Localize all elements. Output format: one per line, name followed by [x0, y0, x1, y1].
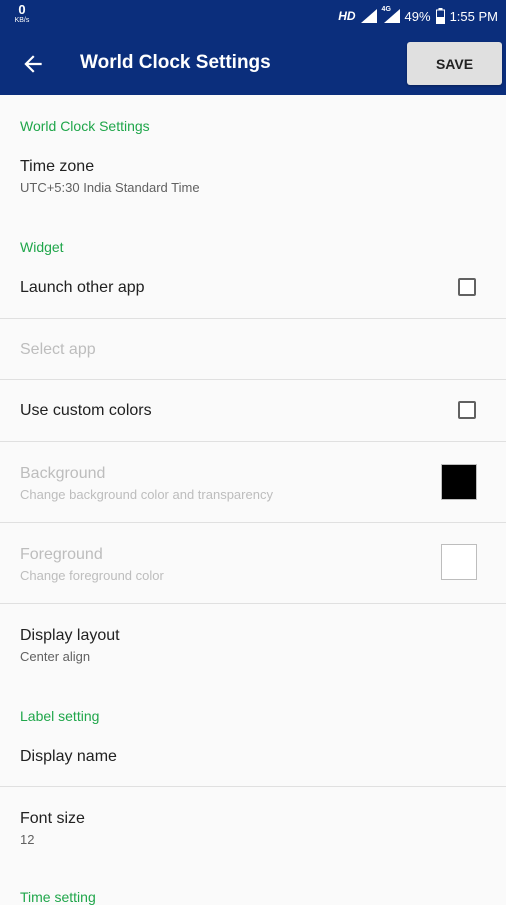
- display-name-title: Display name: [20, 748, 117, 765]
- use-custom-colors-title: Use custom colors: [20, 402, 152, 419]
- battery-icon: [435, 8, 445, 24]
- battery-percent: 49%: [404, 8, 431, 24]
- signal-4g-icon: [383, 9, 400, 23]
- display-layout-summary: Center align: [20, 649, 91, 664]
- foreground-color-summary: Change foreground color: [20, 568, 164, 583]
- arrow-left-icon[interactable]: [20, 51, 46, 77]
- save-button[interactable]: SAVE: [407, 42, 502, 85]
- time-zone-title: Time zone: [20, 158, 95, 175]
- font-size-summary: 12: [20, 832, 35, 847]
- display-layout-title: Display layout: [20, 627, 120, 644]
- section-header-label-setting: Label setting: [20, 708, 100, 724]
- hd-indicator: HD: [338, 9, 356, 23]
- select-app-title: Select app: [20, 341, 96, 358]
- foreground-color-row[interactable]: Foreground Change foreground color: [0, 523, 506, 603]
- page-title: World Clock Settings: [80, 52, 271, 73]
- time-zone-summary: UTC+5:30 India Standard Time: [20, 180, 200, 195]
- background-color-swatch: [441, 464, 477, 500]
- foreground-color-swatch: [441, 544, 477, 580]
- network-speed-value: 0: [18, 2, 26, 17]
- section-header-time-setting: Time setting: [20, 889, 96, 905]
- launch-other-app-row[interactable]: Launch other app: [0, 265, 506, 318]
- time-zone-row[interactable]: Time zone UTC+5:30 India Standard Time: [0, 145, 506, 210]
- select-app-row[interactable]: Select app: [0, 319, 506, 379]
- display-layout-row[interactable]: Display layout Center align: [0, 604, 506, 684]
- background-color-summary: Change background color and transparency: [20, 487, 273, 502]
- network-type-indicator: 4G: [382, 6, 400, 23]
- network-speed-unit: KB/s: [14, 17, 30, 24]
- section-header-widget: Widget: [20, 239, 64, 255]
- foreground-color-title: Foreground: [20, 546, 103, 563]
- clock: 1:55 PM: [449, 8, 498, 24]
- font-size-title: Font size: [20, 810, 85, 827]
- status-bar: 0 KB/s HD 4G 49% 1:55 PM: [0, 0, 506, 32]
- signal-icon: [360, 9, 377, 23]
- background-color-row[interactable]: Background Change background color and t…: [0, 442, 506, 522]
- background-color-title: Background: [20, 465, 106, 482]
- display-name-row[interactable]: Display name: [0, 734, 506, 786]
- launch-other-app-checkbox[interactable]: [458, 278, 476, 296]
- section-header-world-clock: World Clock Settings: [20, 118, 150, 134]
- app-bar: World Clock Settings SAVE: [0, 32, 506, 95]
- font-size-row[interactable]: Font size 12: [0, 787, 506, 867]
- launch-other-app-title: Launch other app: [20, 279, 145, 296]
- use-custom-colors-checkbox[interactable]: [458, 401, 476, 419]
- use-custom-colors-row[interactable]: Use custom colors: [0, 380, 506, 441]
- network-speed: 0 KB/s: [12, 3, 32, 24]
